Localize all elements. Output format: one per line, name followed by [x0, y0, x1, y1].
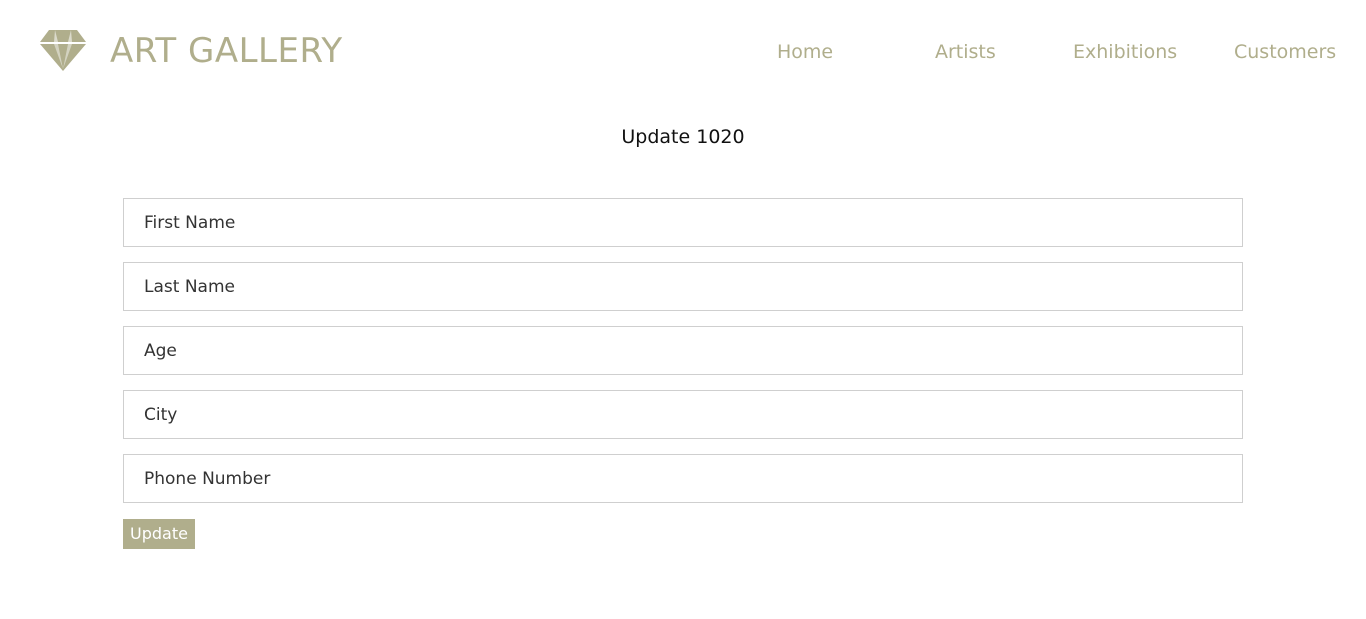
first-name-field[interactable] — [123, 198, 1243, 247]
age-field[interactable] — [123, 326, 1243, 375]
city-field[interactable] — [123, 390, 1243, 439]
nav-home-link[interactable]: Home — [777, 40, 833, 64]
last-name-field[interactable] — [123, 262, 1243, 311]
update-customer-form — [123, 198, 1243, 518]
phone-number-field[interactable] — [123, 454, 1243, 503]
update-button[interactable]: Update — [123, 519, 195, 549]
nav-customers-link[interactable]: Customers — [1234, 40, 1336, 64]
main-nav: Home Artists Exhibitions Customers — [0, 40, 1366, 64]
nav-exhibitions-link[interactable]: Exhibitions — [1073, 40, 1177, 64]
nav-artists-link[interactable]: Artists — [935, 40, 996, 64]
site-header: ART GALLERY Home Artists Exhibitions Cus… — [0, 0, 1366, 100]
page-title: Update 1020 — [621, 126, 745, 148]
